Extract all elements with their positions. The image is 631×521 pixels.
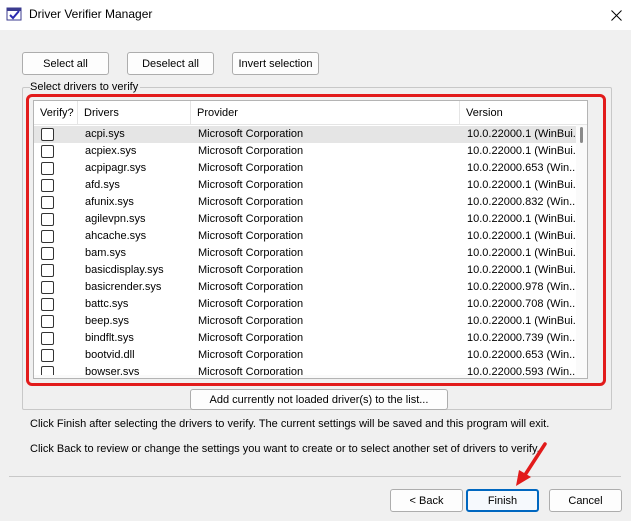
close-icon[interactable] [610, 9, 622, 21]
select-all-button[interactable]: Select all [22, 52, 109, 75]
table-row[interactable]: basicdisplay.sys Microsoft Corporation 10.… [34, 262, 578, 279]
close-button[interactable] [601, 0, 631, 30]
version-cell: 10.0.22000.708 (Win... [467, 298, 577, 310]
version-cell: 10.0.22000.1 (WinBui... [467, 230, 577, 242]
drivers-list[interactable]: Verify? Drivers Provider Version acpi.sy… [33, 100, 588, 379]
table-row[interactable]: beep.sys Microsoft Corporation 10.0.22000.… [34, 313, 578, 330]
provider-cell: Microsoft Corporation [198, 349, 304, 361]
verify-checkbox[interactable] [41, 298, 54, 311]
footer-divider [9, 476, 621, 477]
version-cell: 10.0.22000.832 (Win... [467, 196, 577, 208]
verify-checkbox[interactable] [41, 128, 54, 141]
deselect-all-button[interactable]: Deselect all [127, 52, 214, 75]
column-header-drivers[interactable]: Drivers [78, 101, 191, 125]
version-cell: 10.0.22000.978 (Win... [467, 281, 577, 293]
version-cell: 10.0.22000.1 (WinBui... [467, 179, 577, 191]
column-header-provider[interactable]: Provider [191, 101, 460, 125]
list-header: Verify? Drivers Provider Version [34, 101, 587, 125]
verify-checkbox[interactable] [41, 332, 54, 345]
driver-name-cell: ahcache.sys [85, 230, 147, 242]
add-not-loaded-drivers-button[interactable]: Add currently not loaded driver(s) to th… [190, 389, 448, 410]
provider-cell: Microsoft Corporation [198, 247, 304, 259]
driver-name-cell: bam.sys [85, 247, 126, 259]
version-cell: 10.0.22000.1 (WinBui... [467, 315, 577, 327]
list-rows: acpi.sys Microsoft Corporation 10.0.22000.… [34, 126, 578, 378]
driver-name-cell: afunix.sys [85, 196, 134, 208]
version-cell: 10.0.22000.1 (WinBui... [467, 247, 577, 259]
version-cell: 10.0.22000.1 (WinBui... [467, 213, 577, 225]
driver-name-cell: acpipagr.sys [85, 162, 147, 174]
table-row[interactable]: basicrender.sys Microsoft Corporation 10.0… [34, 279, 578, 296]
driver-name-cell: basicrender.sys [85, 281, 162, 293]
table-row[interactable]: battc.sys Microsoft Corporation 10.0.22000… [34, 296, 578, 313]
verify-checkbox[interactable] [41, 162, 54, 175]
driver-verifier-window: Driver Verifier Manager Select all Desel… [0, 0, 631, 521]
driver-verifier-app-icon [6, 7, 22, 21]
driver-name-cell: agilevpn.sys [85, 213, 146, 225]
provider-cell: Microsoft Corporation [198, 196, 304, 208]
table-row[interactable]: acpipagr.sys Microsoft Corporation 10.0.22… [34, 160, 578, 177]
provider-cell: Microsoft Corporation [198, 281, 304, 293]
column-header-version[interactable]: Version [460, 101, 587, 125]
provider-cell: Microsoft Corporation [198, 332, 304, 344]
verify-checkbox[interactable] [41, 247, 54, 260]
table-row[interactable]: agilevpn.sys Microsoft Corporation 10.0.22… [34, 211, 578, 228]
scrollbar-thumb[interactable] [580, 127, 583, 143]
verify-checkbox[interactable] [41, 315, 54, 328]
horizontal-scrollbar[interactable] [34, 375, 587, 378]
provider-cell: Microsoft Corporation [198, 128, 304, 140]
window-title: Driver Verifier Manager [29, 7, 153, 21]
driver-name-cell: acpiex.sys [85, 145, 137, 157]
version-cell: 10.0.22000.1 (WinBui... [467, 128, 577, 140]
version-cell: 10.0.22000.653 (Win... [467, 162, 577, 174]
verify-checkbox[interactable] [41, 349, 54, 362]
info-text-finish: Click Finish after selecting the drivers… [30, 418, 550, 430]
table-row[interactable]: bindflt.sys Microsoft Corporation 10.0.220… [34, 330, 578, 347]
provider-cell: Microsoft Corporation [198, 315, 304, 327]
version-cell: 10.0.22000.1 (WinBui... [467, 145, 577, 157]
table-row[interactable]: acpiex.sys Microsoft Corporation 10.0.2200… [34, 143, 578, 160]
driver-name-cell: bindflt.sys [85, 332, 134, 344]
provider-cell: Microsoft Corporation [198, 264, 304, 276]
verify-checkbox[interactable] [41, 230, 54, 243]
driver-name-cell: bootvid.dll [85, 349, 135, 361]
table-row[interactable]: afunix.sys Microsoft Corporation 10.0.2200… [34, 194, 578, 211]
table-row[interactable]: acpi.sys Microsoft Corporation 10.0.22000.… [34, 126, 578, 143]
provider-cell: Microsoft Corporation [198, 213, 304, 225]
provider-cell: Microsoft Corporation [198, 230, 304, 242]
verify-checkbox[interactable] [41, 145, 54, 158]
vertical-scrollbar[interactable] [576, 125, 587, 378]
driver-name-cell: basicdisplay.sys [85, 264, 164, 276]
finish-button[interactable]: Finish [466, 489, 539, 512]
verify-checkbox[interactable] [41, 213, 54, 226]
back-button[interactable]: < Back [390, 489, 463, 512]
provider-cell: Microsoft Corporation [198, 145, 304, 157]
table-row[interactable]: bam.sys Microsoft Corporation 10.0.22000.1… [34, 245, 578, 262]
driver-name-cell: battc.sys [85, 298, 129, 310]
version-cell: 10.0.22000.653 (Win... [467, 349, 577, 361]
driver-name-cell: afd.sys [85, 179, 120, 191]
driver-name-cell: beep.sys [85, 315, 130, 327]
info-text-back: Click Back to review or change the setti… [30, 443, 540, 455]
column-header-verify[interactable]: Verify? [34, 101, 78, 125]
group-label: Select drivers to verify [30, 81, 141, 93]
title-bar: Driver Verifier Manager [0, 0, 631, 30]
table-row[interactable]: ahcache.sys Microsoft Corporation 10.0.220… [34, 228, 578, 245]
provider-cell: Microsoft Corporation [198, 162, 304, 174]
verify-checkbox[interactable] [41, 196, 54, 209]
version-cell: 10.0.22000.1 (WinBui... [467, 264, 577, 276]
cancel-button[interactable]: Cancel [549, 489, 622, 512]
driver-name-cell: acpi.sys [85, 128, 125, 140]
verify-checkbox[interactable] [41, 179, 54, 192]
verify-checkbox[interactable] [41, 281, 54, 294]
provider-cell: Microsoft Corporation [198, 179, 304, 191]
table-row[interactable]: bootvid.dll Microsoft Corporation 10.0.220… [34, 347, 578, 364]
verify-checkbox[interactable] [41, 264, 54, 277]
table-row[interactable]: afd.sys Microsoft Corporation 10.0.22000.1… [34, 177, 578, 194]
invert-selection-button[interactable]: Invert selection [232, 52, 319, 75]
version-cell: 10.0.22000.739 (Win... [467, 332, 577, 344]
provider-cell: Microsoft Corporation [198, 298, 304, 310]
